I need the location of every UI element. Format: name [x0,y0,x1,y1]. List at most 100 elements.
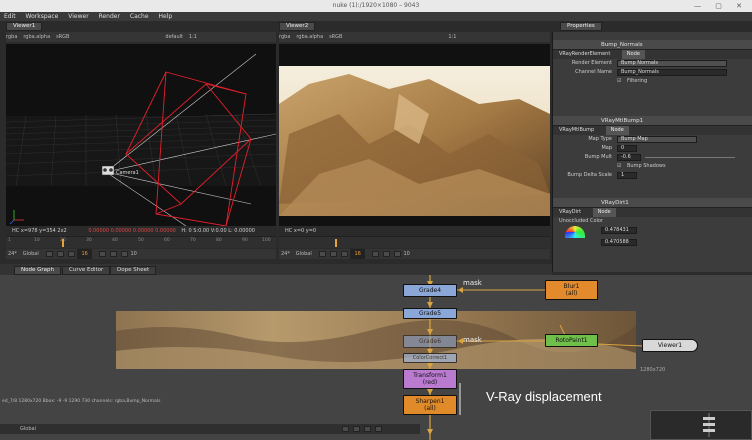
bump-delta-scale-field[interactable]: 1 [617,172,637,179]
menu-render[interactable]: Render [95,12,124,21]
node-colorcorrect1[interactable]: ColorCorrect1 [403,353,457,363]
camera-label: Camera1 [116,170,139,176]
menu-help[interactable]: Help [154,12,176,21]
prop-label: Map [601,145,612,151]
map-field[interactable]: 0 [617,145,637,152]
prop-node-name: Bump_Normals [601,42,643,48]
viewer2-step[interactable]: 10 [404,249,410,259]
bump-mult-field[interactable]: -0.6 [617,154,641,161]
color-wheel-icon[interactable] [565,226,585,238]
viewer2-zoom[interactable]: 1:1 [448,32,456,42]
tab-dope-sheet[interactable]: Dope Sheet [110,266,157,275]
viewer1-timeline[interactable]: 1 10 20 30 40 50 60 70 80 90 100 [6,236,276,248]
viewer2-timeline[interactable] [279,236,550,248]
tab-properties[interactable]: Properties [560,22,602,31]
viewer1-range-mode[interactable]: Global [23,249,39,259]
tab-node[interactable]: Node [605,126,629,135]
viewer2-info-bar: HC x=0 y=0 [279,227,550,235]
tab-node-graph[interactable]: Node Graph [14,266,61,275]
prop-panel-header[interactable]: VRayDirt1 [553,198,752,208]
menu-viewer[interactable]: Viewer [64,12,92,21]
menu-workspace[interactable]: Workspace [22,12,63,21]
first-frame-button[interactable] [45,251,53,257]
bottom-range-mode[interactable]: Global [20,424,36,434]
viewer1-toolbar: rgba rgba.alpha sRGB default 1:1 [6,32,276,42]
play-forward-button[interactable] [371,251,379,257]
node-viewer1[interactable]: Viewer1 [642,339,698,352]
tab-curve-editor[interactable]: Curve Editor [62,266,111,275]
checkbox-icon[interactable]: ☑ [617,77,621,86]
viewer1-3d-viewport[interactable]: Camera1 [6,44,276,226]
prop-panel-header[interactable]: VRayMtlBump1 [553,116,752,126]
play-forward-button[interactable] [98,251,106,257]
viewer1-current-frame[interactable]: 16 [77,249,92,259]
prop-panel-header[interactable]: Bump_Normals [553,40,752,50]
playhead[interactable] [335,239,337,247]
first-frame-button[interactable] [318,251,326,257]
map-type-dropdown[interactable]: Bump Map [617,136,697,143]
viewer1-step[interactable]: 10 [131,249,137,259]
play-back-button[interactable] [67,251,75,257]
tab-node[interactable]: Node [592,208,616,217]
prev-key-button[interactable] [56,251,64,257]
prop-node-class: VRayRenderElement [559,51,611,57]
viewer2-image-viewport[interactable] [279,44,550,226]
viewer1-frame-rate[interactable]: 24* [8,249,17,259]
viewer1-layer[interactable]: rgba.alpha [23,32,50,42]
prev-frame-button[interactable] [352,426,360,432]
node-sharpen1[interactable]: Sharpen1 (all) [403,395,457,415]
next-key-button[interactable] [382,251,390,257]
node-grade4[interactable]: Grade4 [403,284,457,297]
window-title: nuke (1):/1920×1080 – 9043 [332,2,420,9]
menu-cache[interactable]: Cache [126,12,153,21]
window-controls[interactable]: — ▢ ✕ [694,2,748,10]
node-rotopaint1[interactable]: RotoPaint1 [545,334,598,347]
unoccluded-color-r-field[interactable]: 0.478431 [601,227,637,234]
tick-label: 90 [242,238,248,243]
viewer1-zoom[interactable]: 1:1 [189,32,197,42]
bump-mult-slider[interactable] [645,157,735,158]
tab-properties-label: Properties [567,23,595,29]
viewer1-view[interactable]: default [165,32,183,42]
camera-icon[interactable] [101,165,115,176]
viewer2-channels[interactable]: rgba [279,32,290,42]
tick-label: 70 [190,238,196,243]
viewer2-frame-rate[interactable]: 24* [281,249,290,259]
playhead[interactable] [62,239,64,247]
viewer1-colorspace[interactable]: sRGB [56,32,69,42]
viewer2-layer[interactable]: rgba.alpha [296,32,323,42]
next-frame-button[interactable] [374,426,382,432]
node-blur1[interactable]: Blur1 (all) [545,280,598,300]
viewer2-current-frame[interactable]: 16 [350,249,365,259]
node-transform1[interactable]: Transform1 (red) [403,369,457,389]
viewer1-channels[interactable]: rgba [6,32,17,42]
node-label: ColorCorrect1 [412,355,448,361]
prop-node-class: VRayDirt [559,209,582,215]
tab-node[interactable]: Node [621,50,645,59]
prop-row: 0.470588 [553,238,752,247]
prop-row: Map Type Bump Map [553,135,752,144]
unoccluded-color-g-field[interactable]: 0.470588 [601,239,637,246]
node-graph-canvas[interactable]: 1280x720 Grade4 Grade5 Grade6 ColorCorre… [0,275,752,440]
prev-key-button[interactable] [329,251,337,257]
checkbox-icon[interactable]: ☑ [617,162,621,171]
viewer2-colorspace[interactable]: sRGB [329,32,342,42]
menu-bar: Edit Workspace Viewer Render Cache Help [0,12,752,21]
render-element-dropdown[interactable]: Bump Normals [617,60,727,67]
tab-viewer1-label: Viewer1 [13,23,36,29]
last-frame-button[interactable] [393,251,401,257]
prop-row: Render Element Bump Normals [553,59,752,68]
tab-viewer2[interactable]: Viewer2 [279,22,316,31]
channel-name-field[interactable]: Bump_Normals [617,69,727,76]
first-frame-button[interactable] [341,426,349,432]
node-grade5[interactable]: Grade5 [403,308,457,319]
node-grade6[interactable]: Grade6 [403,335,457,348]
play-back-button[interactable] [340,251,348,257]
play-button[interactable] [363,426,371,432]
tab-viewer1[interactable]: Viewer1 [6,22,43,31]
menu-edit[interactable]: Edit [0,12,20,21]
viewer2-range-mode[interactable]: Global [296,249,312,259]
next-key-button[interactable] [109,251,117,257]
navigator-minimap[interactable] [650,410,752,440]
last-frame-button[interactable] [120,251,128,257]
